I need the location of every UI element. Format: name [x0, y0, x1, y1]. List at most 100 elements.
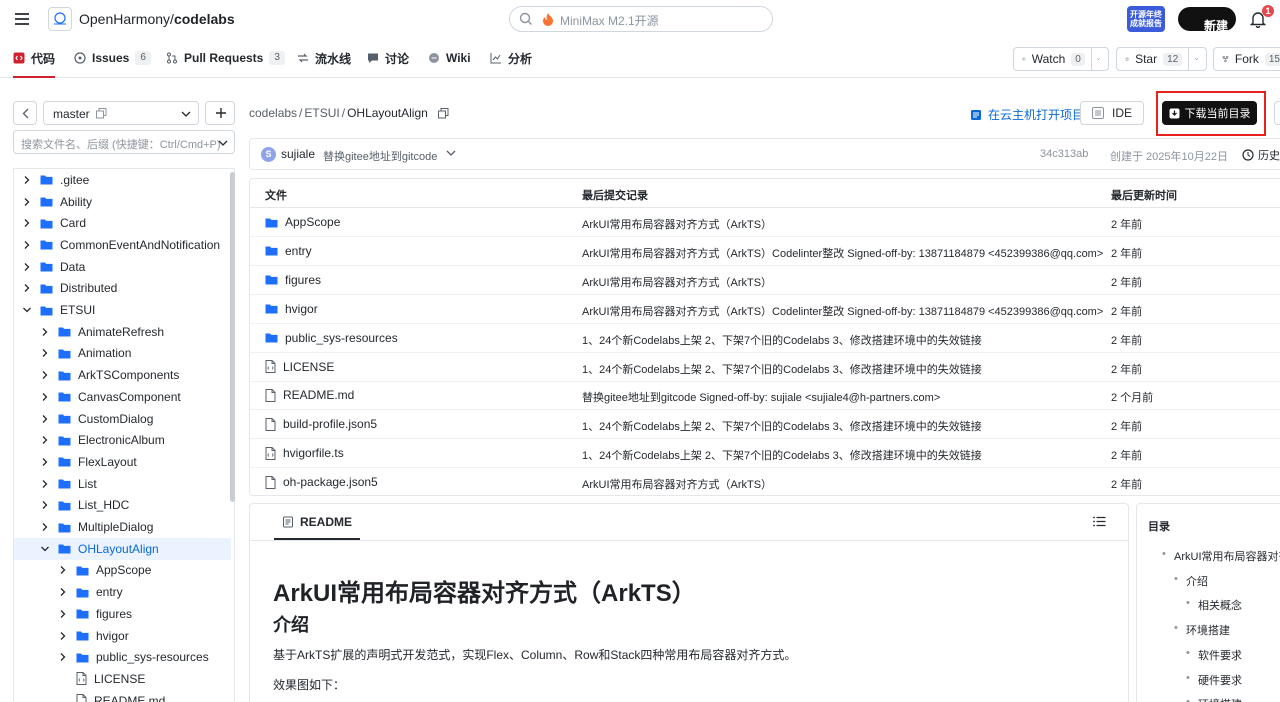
commit-message[interactable]: 替换gitee地址到gitcode	[323, 148, 437, 164]
file-name[interactable]: oh-package.json5	[283, 475, 378, 489]
last-commit-message[interactable]: ArkUI常用布局容器对齐方式（ArkTS）Codelinter整改 Signe…	[582, 245, 1103, 261]
tree-item[interactable]: MultipleDialog	[14, 516, 231, 538]
chevron-right-icon[interactable]	[58, 609, 68, 619]
chevron-down-icon[interactable]	[446, 150, 456, 156]
last-commit-message[interactable]: 1、24个新Codelabs上架 2、下架7个旧的Codelabs 3、修改搭建…	[582, 447, 982, 463]
table-row[interactable]: entry ArkUI常用布局容器对齐方式（ArkTS）Codelinter整改 …	[250, 237, 1280, 266]
file-name[interactable]: public_sys-resources	[285, 331, 398, 345]
tree-item[interactable]: Data	[14, 256, 231, 278]
chevron-right-icon[interactable]	[22, 283, 32, 293]
tree-item[interactable]: ElectronicAlbum	[14, 429, 231, 451]
breadcrumb-item[interactable]: codelabs	[249, 106, 297, 120]
copy-icon[interactable]	[96, 108, 107, 119]
tab-analytics[interactable]: 分析	[490, 38, 532, 78]
chevron-down-icon[interactable]	[40, 544, 50, 554]
file-name[interactable]: hvigor	[285, 302, 318, 316]
table-row[interactable]: build-profile.json5 1、24个新Codelabs上架 2、下架…	[250, 410, 1280, 440]
toc-item[interactable]: 环境搭建	[1174, 622, 1230, 638]
chevron-right-icon[interactable]	[40, 392, 50, 402]
star-button[interactable]: Star 12	[1116, 47, 1207, 71]
tree-item[interactable]: FlexLayout	[14, 451, 231, 473]
last-commit-message[interactable]: ArkUI常用布局容器对齐方式（ArkTS）	[582, 216, 772, 232]
table-row[interactable]: public_sys-resources 1、24个新Codelabs上架 2、下…	[250, 324, 1280, 353]
watch-button[interactable]: Watch 0	[1013, 47, 1109, 71]
chevron-right-icon[interactable]	[40, 327, 50, 337]
file-name-cell[interactable]: hvigor	[265, 302, 318, 316]
file-name-cell[interactable]: LICENSE	[265, 360, 334, 374]
file-name[interactable]: README.md	[283, 388, 354, 402]
tree-item[interactable]: AppScope	[14, 560, 231, 582]
tree-item[interactable]: ArkTSComponents	[14, 364, 231, 386]
tree-item[interactable]: List	[14, 473, 231, 495]
more-button[interactable]	[1274, 101, 1280, 125]
tab-discussion[interactable]: 讨论	[367, 38, 409, 78]
tree-item[interactable]: CustomDialog	[14, 408, 231, 430]
tree-item[interactable]: LICENSE	[14, 668, 231, 690]
table-row[interactable]: LICENSE 1、24个新Codelabs上架 2、下架7个旧的Codelabs…	[250, 353, 1280, 382]
fork-button[interactable]: Fork 15	[1213, 47, 1280, 71]
commit-hash[interactable]: 34c313ab	[1040, 148, 1088, 160]
branch-select[interactable]: master	[43, 101, 199, 125]
tree-item[interactable]: CommonEventAndNotification	[14, 234, 231, 256]
org-logo[interactable]	[48, 7, 72, 31]
tree-item[interactable]: Animation	[14, 343, 231, 365]
toc-item[interactable]: ArkUI常用布局容器对齐方式（ArkTS）	[1162, 548, 1280, 564]
global-search-input[interactable]: MiniMax M2.1开源	[509, 6, 773, 32]
promo-badge[interactable]: 开源年终 成就报告	[1127, 6, 1165, 32]
toc-item[interactable]: 相关概念	[1186, 597, 1242, 613]
file-name[interactable]: hvigorfile.ts	[283, 446, 344, 460]
toc-item[interactable]: 介绍	[1174, 573, 1208, 589]
tree-item[interactable]: AnimateRefresh	[14, 321, 231, 343]
file-name[interactable]: LICENSE	[283, 360, 334, 374]
repo-name[interactable]: codelabs	[174, 11, 235, 27]
open-in-cloud-link[interactable]: 在云主机打开项目	[970, 106, 1084, 123]
table-row[interactable]: oh-package.json5 ArkUI常用布局容器对齐方式（ArkTS） 2 …	[250, 468, 1280, 495]
last-commit-message[interactable]: ArkUI常用布局容器对齐方式（ArkTS）	[582, 476, 772, 492]
file-name-cell[interactable]: hvigorfile.ts	[265, 446, 344, 460]
last-commit-message[interactable]: ArkUI常用布局容器对齐方式（ArkTS）	[582, 274, 772, 290]
chevron-right-icon[interactable]	[40, 370, 50, 380]
file-name-cell[interactable]: build-profile.json5	[265, 417, 377, 431]
last-commit-message[interactable]: 替换gitee地址到gitcode Signed-off-by: sujiale…	[582, 389, 940, 405]
repo-org[interactable]: OpenHarmony/	[79, 11, 174, 27]
table-row[interactable]: hvigorfile.ts 1、24个新Codelabs上架 2、下架7个旧的Co…	[250, 439, 1280, 469]
tree-item[interactable]: entry	[14, 581, 231, 603]
new-button[interactable]: + 新建	[1178, 7, 1236, 33]
menu-icon[interactable]	[12, 9, 32, 29]
breadcrumb-item[interactable]: ETSUI	[304, 106, 339, 120]
chevron-right-icon[interactable]	[40, 414, 50, 424]
tree-item[interactable]: CanvasComponent	[14, 386, 231, 408]
last-commit-message[interactable]: 1、24个新Codelabs上架 2、下架7个旧的Codelabs 3、修改搭建…	[582, 332, 982, 348]
chevron-down-icon[interactable]	[22, 305, 32, 315]
tree-item[interactable]: Distributed	[14, 278, 231, 300]
last-commit-message[interactable]: 1、24个新Codelabs上架 2、下架7个旧的Codelabs 3、修改搭建…	[582, 361, 982, 377]
chevron-right-icon[interactable]	[58, 565, 68, 575]
chevron-right-icon[interactable]	[58, 652, 68, 662]
tab-pipeline[interactable]: 流水线	[297, 38, 351, 78]
file-name-cell[interactable]: oh-package.json5	[265, 475, 378, 489]
last-commit-message[interactable]: ArkUI常用布局容器对齐方式（ArkTS）Codelinter整改 Signe…	[582, 303, 1103, 319]
file-name-cell[interactable]: figures	[265, 273, 321, 287]
chevron-right-icon[interactable]	[22, 218, 32, 228]
tree-item[interactable]: README.md	[14, 690, 231, 702]
tree-item[interactable]: figures	[14, 603, 231, 625]
file-name[interactable]: AppScope	[285, 215, 340, 229]
avatar[interactable]: S	[261, 147, 276, 162]
tree-item[interactable]: Card	[14, 212, 231, 234]
file-tree-scrollbar[interactable]	[230, 172, 235, 502]
chevron-right-icon[interactable]	[58, 631, 68, 641]
list-icon[interactable]	[1093, 516, 1106, 527]
chevron-right-icon[interactable]	[22, 197, 32, 207]
chevron-right-icon[interactable]	[22, 175, 32, 185]
chevron-right-icon[interactable]	[58, 587, 68, 597]
collapse-sidebar-button[interactable]	[13, 101, 37, 125]
tree-item[interactable]: OHLayoutAlign	[14, 537, 231, 560]
file-search-input[interactable]: 搜索文件名、后缀 (快捷键：Ctrl/Cmd+P)	[13, 130, 235, 154]
tree-item[interactable]: List_HDC	[14, 495, 231, 517]
file-name-cell[interactable]: entry	[265, 244, 312, 258]
chevron-right-icon[interactable]	[22, 262, 32, 272]
commit-author[interactable]: sujiale	[281, 147, 315, 161]
table-row[interactable]: figures ArkUI常用布局容器对齐方式（ArkTS） 2 年前	[250, 266, 1280, 295]
chevron-right-icon[interactable]	[40, 500, 50, 510]
file-name[interactable]: build-profile.json5	[283, 417, 377, 431]
